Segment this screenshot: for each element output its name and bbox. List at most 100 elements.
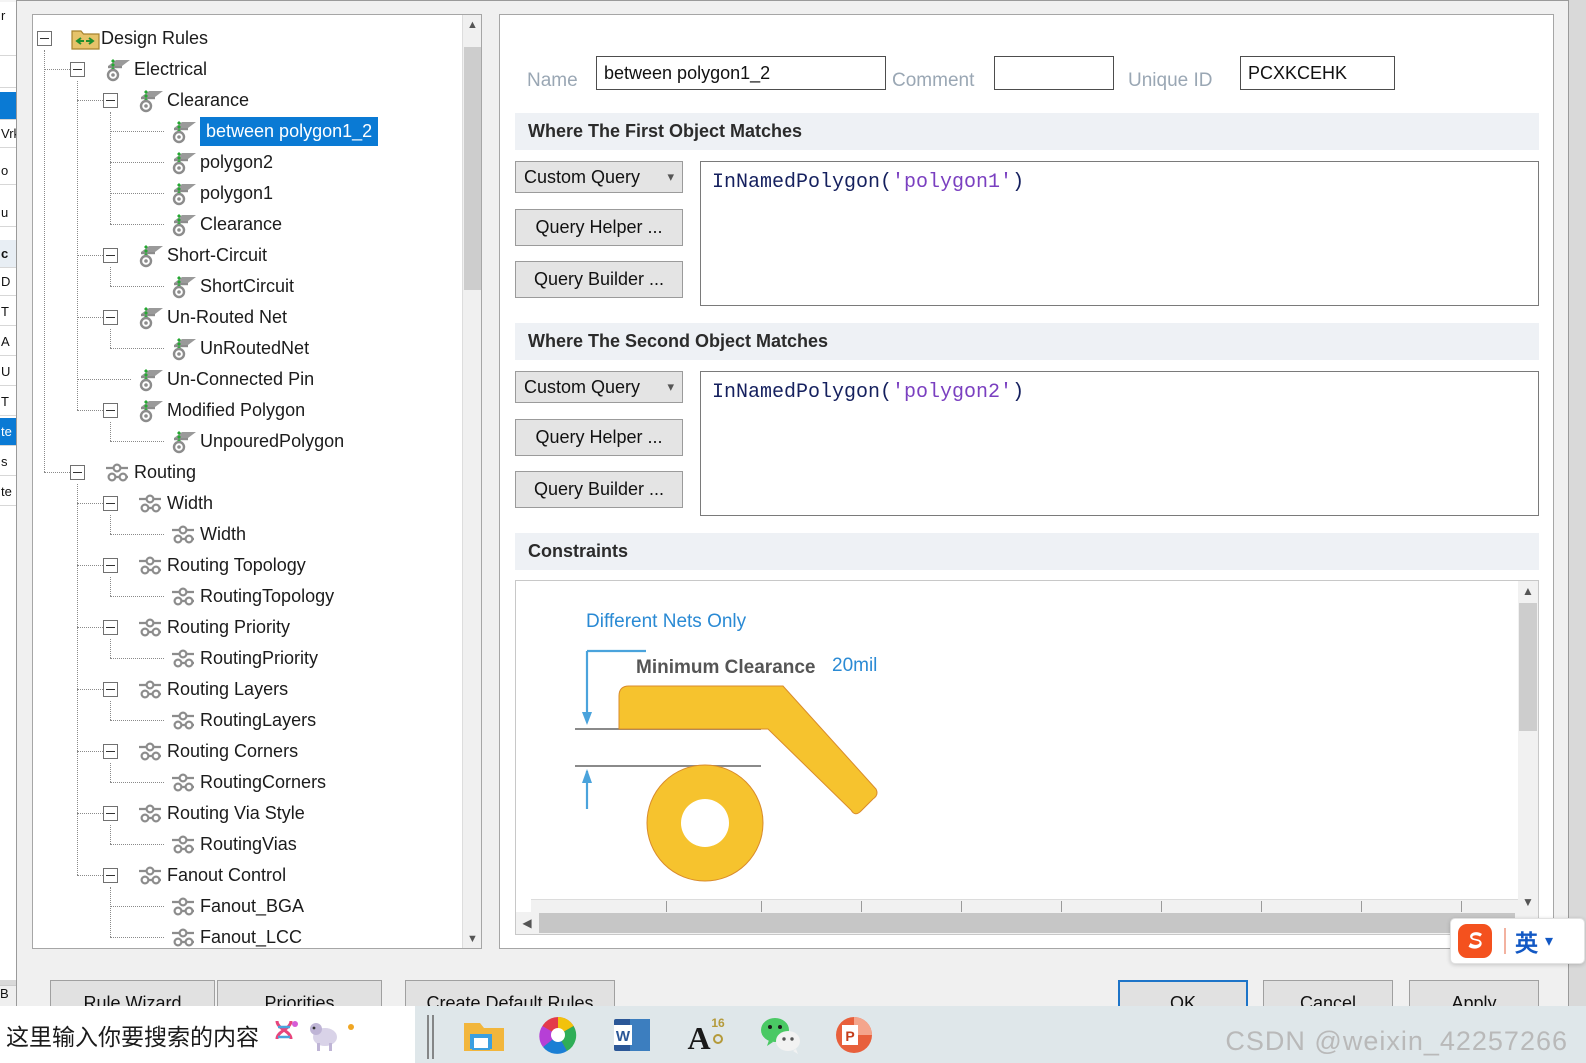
collapse-expander-icon[interactable] bbox=[103, 620, 118, 635]
table-column-separator[interactable] bbox=[1161, 901, 1162, 912]
tree-item-routingpriority[interactable]: RoutingPriority bbox=[33, 643, 463, 674]
tree-item-label: ShortCircuit bbox=[200, 276, 295, 296]
tree-item-routing[interactable]: Routing bbox=[33, 457, 463, 488]
scroll-down-icon[interactable]: ▼ bbox=[1518, 892, 1538, 912]
tree-item-label: UnpouredPolygon bbox=[200, 431, 345, 451]
browser-icon[interactable] bbox=[534, 1011, 582, 1059]
tree-item-clearance[interactable]: Clearance bbox=[33, 209, 463, 240]
sogou-logo-icon bbox=[1458, 924, 1492, 958]
file-explorer-icon[interactable] bbox=[460, 1011, 508, 1059]
collapse-expander-icon[interactable] bbox=[103, 248, 118, 263]
tree-guide-line bbox=[77, 875, 103, 876]
tree-item-routingvias[interactable]: RoutingVias bbox=[33, 829, 463, 860]
collapse-expander-icon[interactable] bbox=[103, 558, 118, 573]
constraints-vertical-scrollbar[interactable]: ▲ ▼ bbox=[1518, 581, 1538, 912]
ime-more-icon[interactable]: ▾ bbox=[1545, 931, 1553, 951]
second-query-helper-button[interactable]: Query Helper ... bbox=[515, 419, 683, 456]
scroll-down-icon[interactable]: ▼ bbox=[463, 929, 481, 948]
design-rules-tree-panel[interactable]: Design Rules Electrical Clearance betwee… bbox=[32, 14, 482, 949]
design-rules-tree[interactable]: Design Rules Electrical Clearance betwee… bbox=[33, 15, 463, 948]
sogou-ime-bar[interactable]: 英 ▾ bbox=[1450, 918, 1585, 964]
unique-id-input[interactable]: PCXKCEHK bbox=[1240, 56, 1395, 90]
first-scope-combobox[interactable]: Custom Query ▾ bbox=[515, 161, 683, 193]
collapse-expander-icon[interactable] bbox=[103, 806, 118, 821]
tree-item-routingtopology[interactable]: RoutingTopology bbox=[33, 581, 463, 612]
tree-item-shortcircuit[interactable]: ShortCircuit bbox=[33, 271, 463, 302]
tree-item-fanout-bga[interactable]: Fanout_BGA bbox=[33, 891, 463, 922]
tree-item-between-polygon1-2[interactable]: between polygon1_2 bbox=[33, 116, 463, 147]
tree-guide-line bbox=[110, 286, 164, 287]
collapse-expander-icon[interactable] bbox=[103, 403, 118, 418]
tree-item-unroutednet[interactable]: UnRoutedNet bbox=[33, 333, 463, 364]
table-column-separator[interactable] bbox=[1361, 901, 1362, 912]
first-query-helper-button[interactable]: Query Helper ... bbox=[515, 209, 683, 246]
tree-item-label: Electrical bbox=[134, 59, 208, 79]
tree-item-label: RoutingCorners bbox=[200, 772, 327, 792]
table-column-separator[interactable] bbox=[1061, 901, 1062, 912]
table-column-separator[interactable] bbox=[861, 901, 862, 912]
different-nets-only-link[interactable]: Different Nets Only bbox=[586, 611, 746, 633]
routing-rule-icon bbox=[137, 554, 163, 578]
tree-guide-line bbox=[44, 50, 45, 472]
routing-rule-icon bbox=[170, 709, 196, 733]
taskbar-search-box[interactable]: 这里输入你要搜索的内容 bbox=[0, 1006, 415, 1063]
collapse-expander-icon[interactable] bbox=[103, 310, 118, 325]
tree-item-electrical[interactable]: Electrical bbox=[33, 54, 463, 85]
scroll-up-icon[interactable]: ▲ bbox=[1518, 581, 1538, 601]
name-input[interactable]: between polygon1_2 bbox=[596, 56, 886, 90]
table-column-separator[interactable] bbox=[666, 901, 667, 912]
scroll-up-icon[interactable]: ▲ bbox=[463, 15, 481, 34]
tree-item-design-rules[interactable]: Design Rules bbox=[33, 23, 463, 54]
tree-item-routinglayers[interactable]: RoutingLayers bbox=[33, 705, 463, 736]
constraints-table-header[interactable] bbox=[531, 899, 1518, 912]
electrical-rule-icon bbox=[170, 430, 196, 454]
clearance-arrow-head-top bbox=[582, 712, 592, 725]
collapse-expander-icon[interactable] bbox=[103, 93, 118, 108]
electrical-rule-icon bbox=[137, 89, 163, 113]
second-query-textarea[interactable]: InNamedPolygon('polygon2') bbox=[700, 371, 1539, 516]
ime-mode-label[interactable]: 英 bbox=[1515, 924, 1538, 958]
comment-input[interactable] bbox=[994, 56, 1114, 90]
table-column-separator[interactable] bbox=[1461, 901, 1462, 912]
tree-item-label: RoutingVias bbox=[200, 834, 297, 854]
wechat-icon[interactable] bbox=[756, 1011, 804, 1059]
tree-scrollbar-thumb[interactable] bbox=[464, 47, 481, 290]
electrical-rule-icon bbox=[170, 120, 196, 144]
collapse-expander-icon[interactable] bbox=[103, 744, 118, 759]
dna-icon[interactable] bbox=[265, 1015, 305, 1055]
routing-rule-icon bbox=[170, 523, 196, 547]
collapse-expander-icon[interactable] bbox=[103, 682, 118, 697]
collapse-expander-icon[interactable] bbox=[103, 496, 118, 511]
collapse-expander-icon[interactable] bbox=[70, 62, 85, 77]
scroll-left-icon[interactable]: ◀ bbox=[516, 912, 538, 934]
first-query-textarea[interactable]: InNamedPolygon('polygon1') bbox=[700, 161, 1539, 306]
altium-designer-icon[interactable]: A 16 bbox=[682, 1011, 730, 1059]
electrical-rule-icon bbox=[170, 182, 196, 206]
sheep-icon[interactable] bbox=[305, 1015, 345, 1055]
tree-guide-line bbox=[110, 441, 164, 442]
constraints-vscroll-thumb[interactable] bbox=[1519, 603, 1537, 731]
collapse-expander-icon[interactable] bbox=[70, 465, 85, 480]
table-column-separator[interactable] bbox=[761, 901, 762, 912]
powerpoint-icon[interactable]: P bbox=[830, 1011, 878, 1059]
tree-item-routingcorners[interactable]: RoutingCorners bbox=[33, 767, 463, 798]
table-column-separator[interactable] bbox=[961, 901, 962, 912]
search-input[interactable]: 这里输入你要搜索的内容 bbox=[0, 1018, 259, 1052]
collapse-expander-icon[interactable] bbox=[103, 868, 118, 883]
tree-item-width[interactable]: Width bbox=[33, 519, 463, 550]
table-column-separator[interactable] bbox=[1261, 901, 1262, 912]
tree-item-polygon1[interactable]: polygon1 bbox=[33, 178, 463, 209]
second-scope-combobox[interactable]: Custom Query ▾ bbox=[515, 371, 683, 403]
word-icon[interactable]: W bbox=[608, 1011, 656, 1059]
tree-item-label: Modified Polygon bbox=[167, 400, 306, 420]
windows-taskbar: 这里输入你要搜索的内容 W A 16 P CSDN @weixin_422572… bbox=[0, 1006, 1586, 1063]
tree-item-polygon2[interactable]: polygon2 bbox=[33, 147, 463, 178]
tree-item-fanout-lcc[interactable]: Fanout_LCC bbox=[33, 922, 463, 948]
first-query-builder-button[interactable]: Query Builder ... bbox=[515, 261, 683, 298]
second-query-builder-button[interactable]: Query Builder ... bbox=[515, 471, 683, 508]
tree-item-unpouredpolygon[interactable]: UnpouredPolygon bbox=[33, 426, 463, 457]
collapse-expander-icon[interactable] bbox=[37, 31, 52, 46]
constraints-horizontal-scrollbar[interactable]: ◀ ▶ bbox=[516, 912, 1538, 934]
tree-vertical-scrollbar[interactable]: ▲ ▼ bbox=[462, 15, 481, 948]
constraints-hscroll-thumb[interactable] bbox=[539, 913, 1515, 933]
